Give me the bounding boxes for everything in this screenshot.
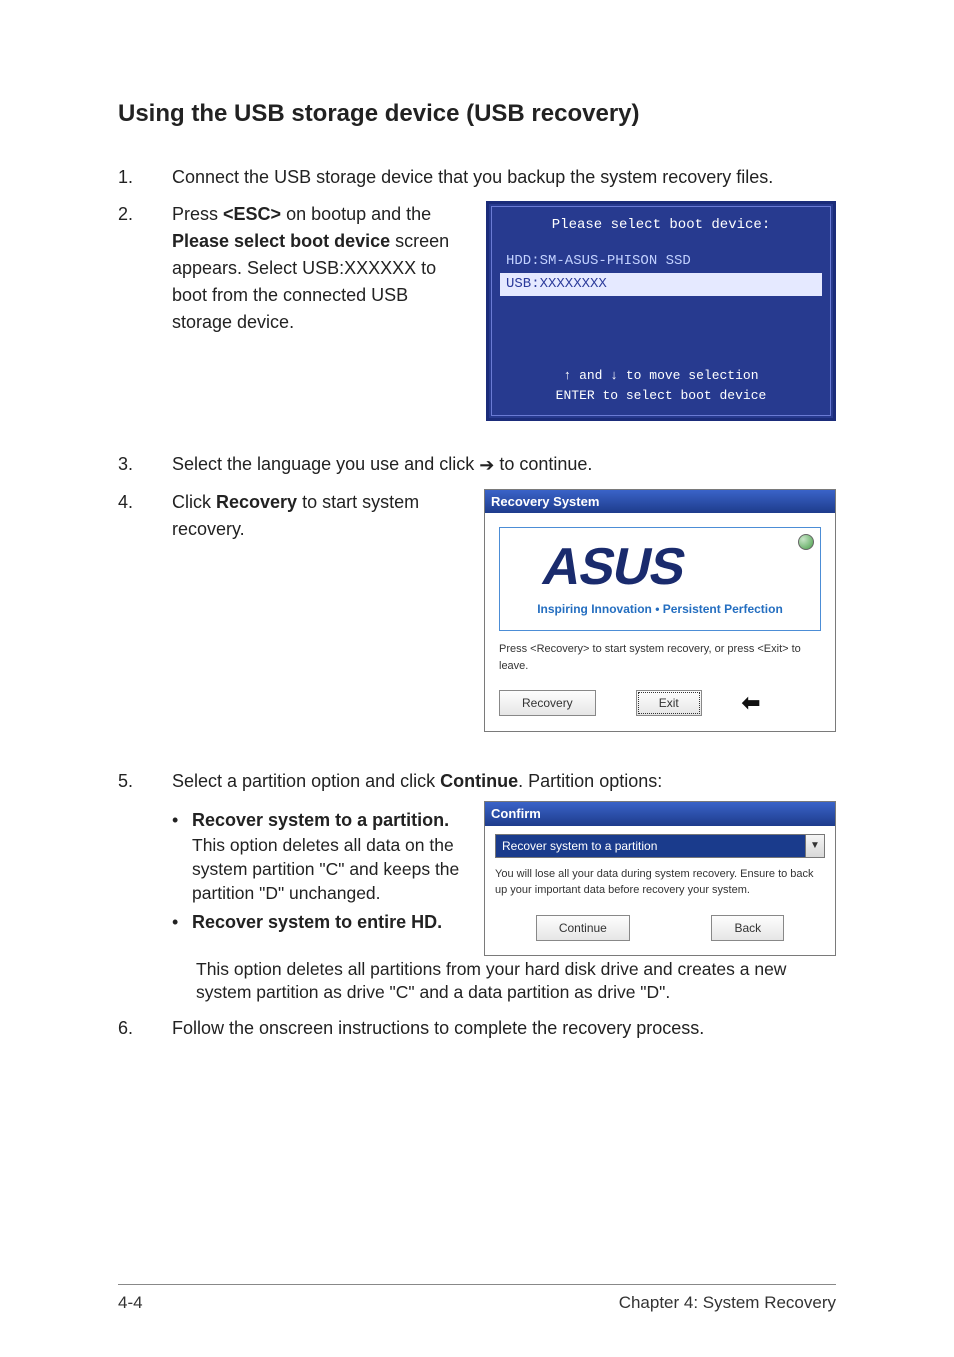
continue-button[interactable]: Continue [536, 915, 630, 941]
bullet-recover-partition: • Recover system to a partition. This op… [172, 807, 468, 905]
step-2: 2. Press <ESC> on bootup and the Please … [118, 201, 836, 421]
step-text: Select the language you use and click ➔ … [172, 451, 836, 479]
partition-select[interactable]: Recover system to a partition ▼ [495, 834, 825, 858]
page-footer: 4-4 Chapter 4: System Recovery [118, 1284, 836, 1313]
step-number: 4. [118, 489, 148, 733]
step-4: 4. Click Recovery to start system recove… [118, 489, 836, 733]
step-text: Select a partition option and click Cont… [172, 768, 836, 795]
window-title: Recovery System [485, 490, 835, 514]
bullet-desc: This option deletes all data on the syst… [192, 834, 468, 905]
asus-logo-frame: ASUS Inspiring Innovation • Persistent P… [499, 527, 821, 631]
exit-button[interactable]: Exit [636, 690, 702, 716]
step-number: 5. [118, 768, 148, 1005]
recovery-system-window: Recovery System ASUS [484, 489, 836, 733]
window-title: Confirm [485, 802, 835, 826]
svg-text:ASUS: ASUS [538, 538, 691, 594]
asus-logo-icon: ASUS [510, 538, 810, 594]
step-text: Click Recovery to start system recovery. [172, 489, 468, 543]
step-number: 3. [118, 451, 148, 479]
step-number: 6. [118, 1015, 148, 1042]
arrow-right-icon: ➔ [479, 452, 494, 479]
partition-select-value: Recover system to a partition [496, 835, 805, 857]
bios-footer: ↑ and ↓ to move selection ENTER to selec… [500, 366, 822, 405]
arrow-left-icon: ⬅ [742, 686, 760, 719]
bios-device-usb: USB:XXXXXXXX [500, 273, 822, 296]
confirm-window: Confirm Recover system to a partition ▼ … [484, 801, 836, 956]
bullet-recover-entire-hd: • Recover system to entire HD. [172, 909, 468, 936]
recovery-button[interactable]: Recovery [499, 690, 596, 716]
page-number: 4-4 [118, 1293, 143, 1313]
step-text: Follow the onscreen instructions to comp… [172, 1015, 836, 1042]
step-6: 6. Follow the onscreen instructions to c… [118, 1015, 836, 1042]
asus-tagline: Inspiring Innovation • Persistent Perfec… [510, 600, 810, 618]
recovery-instruction: Press <Recovery> to start system recover… [499, 641, 821, 674]
back-button[interactable]: Back [711, 915, 784, 941]
step-number: 2. [118, 201, 148, 421]
step-5: 5. Select a partition option and click C… [118, 768, 836, 1005]
bios-title: Please select boot device: [500, 215, 822, 236]
section-title: Using the USB storage device (USB recove… [118, 100, 836, 128]
chevron-down-icon[interactable]: ▼ [805, 835, 824, 857]
bios-boot-box: Please select boot device: HDD:SM-ASUS-P… [486, 201, 836, 421]
step-number: 1. [118, 164, 148, 191]
step-1: 1. Connect the USB storage device that y… [118, 164, 836, 191]
confirm-message: You will lose all your data during syste… [495, 866, 825, 899]
bios-device-hdd: HDD:SM-ASUS-PHISON SSD [500, 250, 822, 273]
step-3: 3. Select the language you use and click… [118, 451, 836, 479]
logo-jewel-icon [798, 534, 814, 550]
step-text: Press <ESC> on bootup and the Please sel… [172, 201, 470, 336]
chapter-label: Chapter 4: System Recovery [619, 1293, 836, 1313]
bullet-desc: This option deletes all partitions from … [172, 958, 836, 1005]
step-text: Connect the USB storage device that you … [172, 164, 836, 191]
